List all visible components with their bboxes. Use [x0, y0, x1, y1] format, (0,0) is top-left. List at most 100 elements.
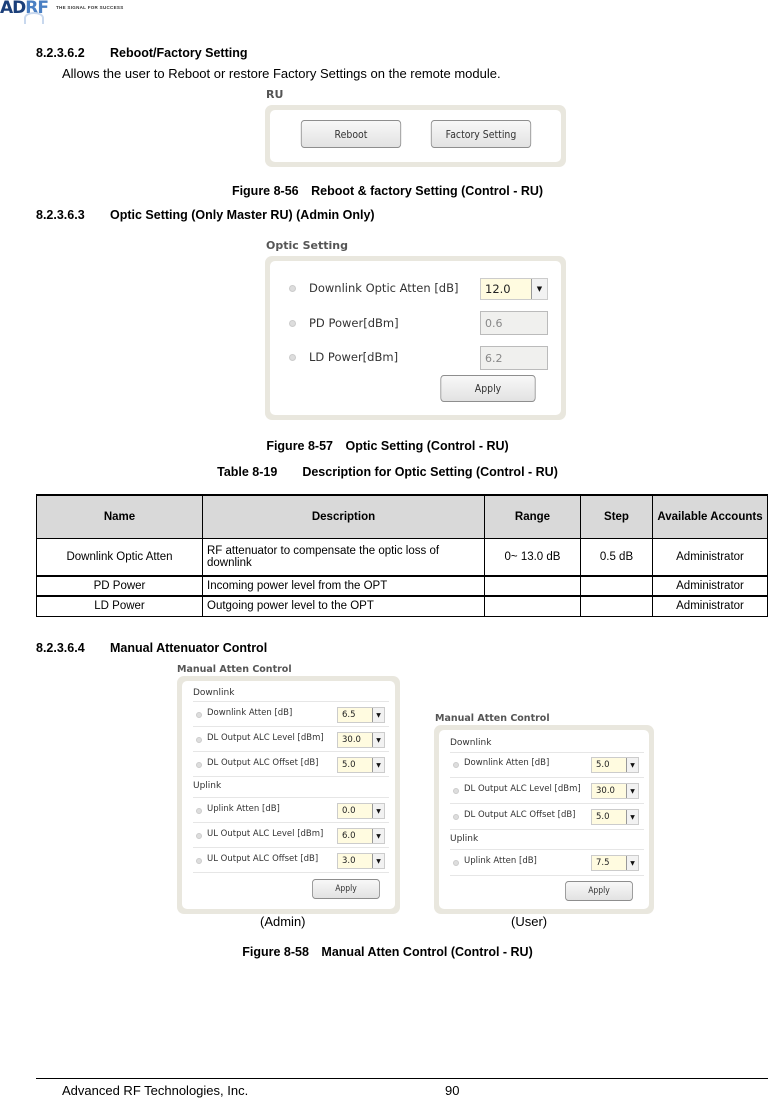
cell-accounts: Administrator: [652, 595, 768, 617]
select-value: 5.0: [596, 760, 610, 770]
uplink-heading: Uplink: [450, 834, 479, 844]
divider: [450, 752, 644, 753]
pd-power-field: 0.6: [480, 311, 548, 335]
panel-title-ru: RU: [266, 88, 284, 101]
admin-apply-button[interactable]: Apply: [312, 879, 380, 899]
user-apply-button[interactable]: Apply: [565, 881, 633, 901]
logo-tagline: THE SIGNAL FOR SUCCESS: [55, 5, 124, 10]
cell-description: RF attenuator to compensate the optic lo…: [202, 537, 485, 577]
chevron-down-icon[interactable]: ▼: [372, 733, 384, 747]
chevron-down-icon[interactable]: ▼: [372, 804, 384, 818]
user-downlink-atten-label: Downlink Atten [dB]: [464, 758, 550, 768]
bullet-icon: [196, 833, 202, 839]
select-value: 3.0: [342, 856, 356, 866]
factory-setting-button[interactable]: Factory Setting: [430, 120, 532, 148]
divider: [193, 822, 389, 823]
admin-ul-alc-level-label: UL Output ALC Level [dBm]: [207, 829, 324, 839]
panel-title-optic: Optic Setting: [266, 239, 348, 252]
chevron-down-icon[interactable]: ▼: [626, 758, 638, 772]
section-title: Manual Attenuator Control: [110, 641, 268, 655]
select-value: 30.0: [342, 735, 361, 745]
select-value: 12.0: [485, 282, 511, 296]
section-title: Optic Setting (Only Master RU) (Admin On…: [110, 208, 375, 222]
section-heading-reboot: 8.2.3.6.2 Reboot/Factory Setting: [36, 46, 248, 60]
cell-description: Outgoing power level to the OPT: [202, 595, 485, 617]
downlink-heading: Downlink: [450, 738, 492, 748]
chevron-down-icon[interactable]: ▼: [372, 708, 384, 722]
user-dl-alc-level-label: DL Output ALC Level [dBm]: [464, 784, 581, 794]
user-dl-alc-level-select[interactable]: 30.0 ▼: [591, 783, 639, 799]
divider: [450, 875, 644, 876]
user-uplink-atten-select[interactable]: 7.5 ▼: [591, 855, 639, 871]
admin-uplink-atten-select[interactable]: 0.0 ▼: [337, 803, 385, 819]
chevron-down-icon[interactable]: ▼: [372, 758, 384, 772]
section-number: 8.2.3.6.4: [36, 641, 85, 655]
chevron-down-icon[interactable]: ▼: [531, 279, 547, 299]
select-value: 5.0: [342, 760, 356, 770]
section-number: 8.2.3.6.3: [36, 208, 85, 222]
chevron-down-icon[interactable]: ▼: [626, 810, 638, 824]
admin-ul-alc-offset-label: UL Output ALC Offset [dB]: [207, 854, 319, 864]
admin-dl-alc-offset-select[interactable]: 5.0 ▼: [337, 757, 385, 773]
cell-step: [580, 575, 653, 597]
chevron-down-icon[interactable]: ▼: [372, 829, 384, 843]
cell-range: 0~ 13.0 dB: [484, 537, 581, 577]
divider: [450, 777, 644, 778]
column-header-name: Name: [36, 494, 203, 539]
cell-name: Downlink Optic Atten: [36, 537, 203, 577]
bullet-icon: [196, 808, 202, 814]
divider: [193, 797, 389, 798]
select-value: 6.5: [342, 710, 356, 720]
divider: [193, 701, 389, 702]
admin-ul-alc-offset-select[interactable]: 3.0 ▼: [337, 853, 385, 869]
divider: [450, 803, 644, 804]
user-panel-title: Manual Atten Control: [435, 713, 550, 724]
admin-sub-caption: (Admin): [260, 914, 306, 929]
figure-caption-8-56: Figure 8-56 Reboot & factory Setting (Co…: [231, 184, 544, 198]
footer-page-number: 90: [445, 1083, 460, 1098]
chevron-down-icon[interactable]: ▼: [626, 784, 638, 798]
admin-downlink-atten-select[interactable]: 6.5 ▼: [337, 707, 385, 723]
select-value: 0.0: [342, 806, 356, 816]
logo-waves-icon: [24, 12, 44, 24]
section-heading-manual-atten: 8.2.3.6.4 Manual Attenuator Control: [36, 641, 267, 655]
table-row: PD Power Incoming power level from the O…: [36, 575, 768, 597]
optic-setting-description-table: Name Description Range Step Available Ac…: [36, 494, 768, 617]
user-dl-alc-offset-label: DL Output ALC Offset [dB]: [464, 810, 576, 820]
column-header-description: Description: [202, 494, 485, 539]
bullet-icon: [453, 788, 459, 794]
divider: [193, 776, 389, 777]
admin-panel-title: Manual Atten Control: [177, 664, 292, 675]
bullet-icon: [289, 354, 296, 361]
admin-dl-alc-level-label: DL Output ALC Level [dBm]: [207, 733, 324, 743]
user-uplink-atten-label: Uplink Atten [dB]: [464, 856, 537, 866]
optic-apply-button[interactable]: Apply: [440, 375, 536, 402]
section-title: Reboot/Factory Setting: [110, 46, 248, 60]
downlink-optic-atten-select[interactable]: 12.0 ▼: [480, 278, 548, 300]
admin-dl-alc-level-select[interactable]: 30.0 ▼: [337, 732, 385, 748]
table-header-row: Name Description Range Step Available Ac…: [36, 494, 768, 539]
user-dl-alc-offset-select[interactable]: 5.0 ▼: [591, 809, 639, 825]
cell-accounts: Administrator: [652, 537, 768, 577]
reboot-button[interactable]: Reboot: [300, 120, 402, 148]
user-sub-caption: (User): [511, 914, 548, 929]
bullet-icon: [196, 762, 202, 768]
divider: [193, 847, 389, 848]
bullet-icon: [289, 285, 296, 292]
divider: [450, 829, 644, 830]
table-row: LD Power Outgoing power level to the OPT…: [36, 595, 768, 617]
cell-description: Incoming power level from the OPT: [202, 575, 485, 597]
chevron-down-icon[interactable]: ▼: [372, 854, 384, 868]
admin-downlink-atten-label: Downlink Atten [dB]: [207, 708, 293, 718]
admin-ul-alc-level-select[interactable]: 6.0 ▼: [337, 828, 385, 844]
cell-accounts: Administrator: [652, 575, 768, 597]
logo-mark: ADRF: [0, 0, 49, 24]
chevron-down-icon[interactable]: ▼: [626, 856, 638, 870]
select-value: 30.0: [596, 786, 615, 796]
user-downlink-atten-select[interactable]: 5.0 ▼: [591, 757, 639, 773]
optic-setting-panel: Downlink Optic Atten [dB] 12.0 ▼ PD Powe…: [265, 256, 566, 420]
bullet-icon: [453, 860, 459, 866]
uplink-heading: Uplink: [193, 781, 222, 791]
divider: [193, 751, 389, 752]
manual-atten-user-panel: Downlink Downlink Atten [dB] 5.0 ▼ DL Ou…: [434, 725, 654, 914]
